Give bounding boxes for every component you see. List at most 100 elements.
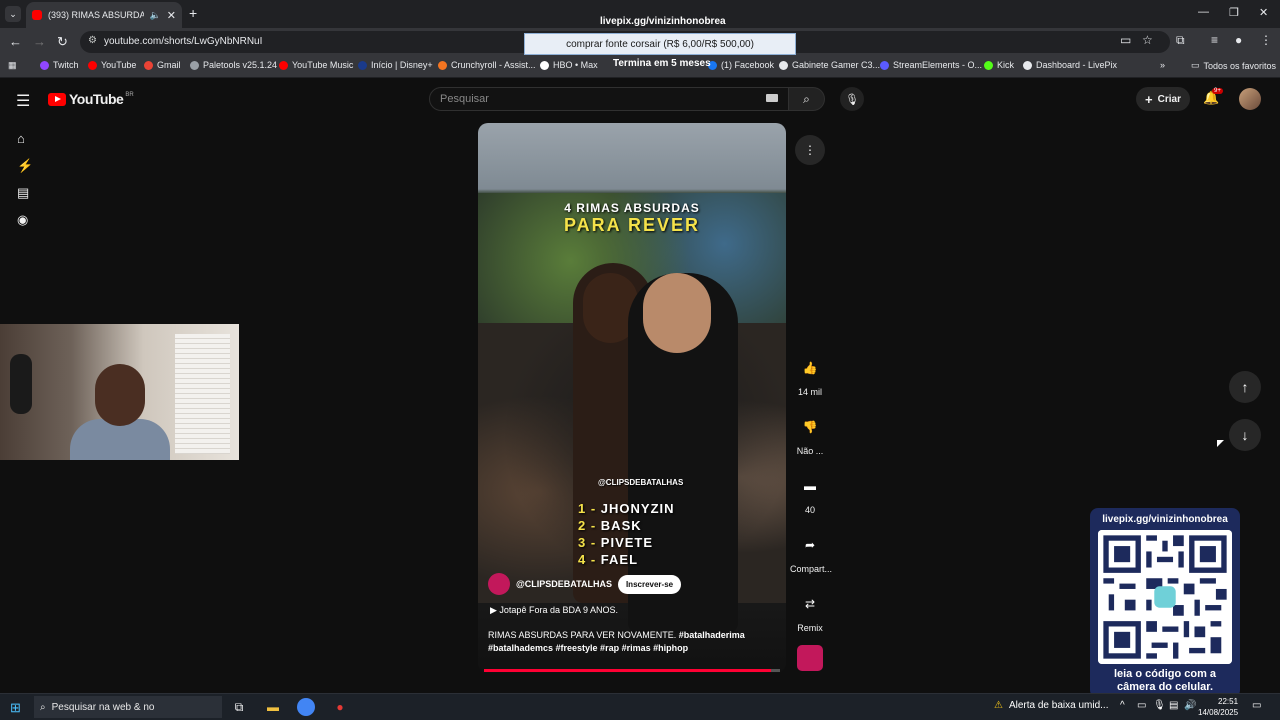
shorts-icon[interactable]: ⚡ <box>17 158 33 174</box>
voice-search-button[interactable]: 🎙 <box>840 87 864 111</box>
rank-item: 2 - BASK <box>578 518 642 533</box>
rank-number: 4 - <box>578 552 597 567</box>
notification-center-icon[interactable]: ▭ <box>1252 700 1261 711</box>
hashtag[interactable]: #batalhaderima <box>679 630 745 640</box>
like-button[interactable]: 👍 14 mil <box>790 353 830 397</box>
site-info-icon[interactable]: ⚙ <box>88 35 97 46</box>
bookmarks-more-button[interactable]: » <box>1160 60 1165 70</box>
reload-button[interactable]: ↻ <box>57 34 68 50</box>
dislike-button[interactable]: 👎 Não ... <box>790 412 830 456</box>
bookmark-label: Kick <box>997 60 1015 70</box>
windows-start-icon[interactable]: ⊞ <box>10 700 21 716</box>
url-text[interactable]: youtube.com/shorts/LwGyNbNRNuI <box>104 36 262 47</box>
rank-number: 1 - <box>578 501 597 516</box>
chrome-icon[interactable] <box>297 698 315 716</box>
home-icon[interactable]: ⌂ <box>17 131 25 146</box>
audio-thumbnail[interactable] <box>797 645 823 671</box>
media-control-icon[interactable]: ≡ <box>1211 33 1218 47</box>
donation-goal-bar: comprar fonte corsair (R$ 6,00/R$ 500,00… <box>524 33 796 55</box>
remix-button[interactable]: ⇄ Remix <box>790 589 830 633</box>
cast-icon[interactable]: ▭ <box>1120 33 1131 47</box>
forward-button[interactable]: → <box>33 34 46 49</box>
comments-button[interactable]: ▬ 40 <box>790 471 830 515</box>
profile-icon[interactable]: ● <box>1235 33 1242 47</box>
youtube-logo[interactable]: YouTube BR <box>48 91 134 107</box>
keyboard-icon[interactable] <box>766 94 778 102</box>
kick-icon <box>984 60 993 70</box>
chevron-up-icon[interactable]: ^ <box>1120 700 1125 711</box>
video-description[interactable]: RIMAS ABSURDAS PARA VER NOVAMENTE. #bata… <box>488 629 778 655</box>
bookmark-crunchyroll[interactable]: Crunchyroll - Assist... <box>438 60 536 70</box>
channel-avatar[interactable] <box>488 573 510 595</box>
taskbar-clock[interactable]: 22:51 14/08/2025 <box>1198 696 1238 718</box>
tab-list-button[interactable]: ⌄ <box>5 6 21 22</box>
share-button[interactable]: ➦ Compart... <box>790 530 832 574</box>
apps-grid-icon[interactable]: ▦ <box>8 60 17 71</box>
bookmark-streamelements[interactable]: StreamElements - O... <box>880 60 982 70</box>
microphone-icon[interactable]: 🎙 <box>1153 700 1166 711</box>
restore-button[interactable]: ❐ <box>1229 6 1239 19</box>
hamburger-menu-icon[interactable]: ☰ <box>16 91 30 111</box>
minimize-button[interactable]: — <box>1198 6 1209 18</box>
all-favorites-folder[interactable]: ▭ Todos os favoritos <box>1191 60 1276 71</box>
streamer-face <box>95 364 145 426</box>
channel-info: @CLIPSDEBATALHAS Inscrever-se <box>488 573 682 595</box>
volume-icon[interactable]: 🔊 <box>1184 700 1196 711</box>
bookmark-gabinete[interactable]: Gabinete Gamer C3... <box>779 60 880 70</box>
thumbs-up-icon: 👍 <box>802 361 818 375</box>
humidity-alert[interactable]: ⚠ Alerta de baixa umid... <box>994 700 1108 711</box>
previous-short-button[interactable]: ↑ <box>1229 371 1261 403</box>
bookmark-facebook[interactable]: (1) Facebook <box>708 60 774 70</box>
search-input[interactable]: Pesquisar <box>429 87 789 111</box>
bookmark-label: YouTube <box>101 60 137 70</box>
subscriptions-icon[interactable]: ▤ <box>17 185 29 201</box>
bookmark-paletools[interactable]: Paletools v25.1.24 <box>190 60 277 70</box>
browser-tab-strip: ⌄ (393) RIMAS ABSURDAS PA 🔈 ✕ + livepix.… <box>0 0 1280 28</box>
subscribe-button[interactable]: Inscrever-se <box>617 574 682 594</box>
progress-bar[interactable] <box>484 669 780 672</box>
wifi-icon[interactable]: ▤ <box>1169 700 1178 711</box>
new-tab-button[interactable]: + <box>189 5 197 21</box>
qr-code <box>1098 530 1232 664</box>
channel-name[interactable]: @CLIPSDEBATALHAS <box>516 579 612 589</box>
obs-app-icon[interactable]: ● <box>331 698 349 716</box>
short-video-player[interactable]: 4 RIMAS ABSURDAS PARA REVER @CLIPSDEBATA… <box>478 123 786 673</box>
next-short-button[interactable]: ↓ <box>1229 419 1261 451</box>
search-button[interactable]: ⌕ <box>789 87 825 111</box>
windows-taskbar: ⊞ ⌕ Pesquisar na web & no ⧉ ▬ ● ⚠ Alerta… <box>0 693 1280 720</box>
bookmark-twitch[interactable]: Twitch <box>40 60 79 70</box>
more-options-button[interactable]: ⋮ <box>795 135 825 165</box>
bookmark-kick[interactable]: Kick <box>984 60 1014 70</box>
extensions-icon[interactable]: ⧉ <box>1176 33 1185 48</box>
arrow-down-icon: ↓ <box>1241 427 1249 443</box>
bookmark-youtube-music[interactable]: YouTube Music <box>279 60 353 70</box>
globe-icon <box>1023 60 1032 70</box>
taskbar-search-placeholder: Pesquisar na web & no <box>51 701 155 713</box>
qr-caption-line1: leia o código com a <box>1113 668 1217 680</box>
rank-number: 2 - <box>578 518 597 533</box>
speaker-icon[interactable]: 🔈 <box>150 10 161 21</box>
browser-menu-icon[interactable]: ⋮ <box>1260 33 1272 47</box>
you-icon[interactable]: ◉ <box>17 212 28 228</box>
tab-close-icon[interactable]: ✕ <box>167 9 176 22</box>
bookmark-hbo[interactable]: HBO • Max <box>540 60 598 70</box>
bookmark-youtube[interactable]: YouTube <box>88 60 136 70</box>
close-window-button[interactable]: ✕ <box>1259 6 1268 19</box>
create-button[interactable]: + Criar <box>1136 87 1190 111</box>
livepix-banner: livepix.gg/vinizinhonobrea <box>600 16 726 27</box>
network-icon[interactable]: ▭ <box>1137 700 1146 711</box>
bookmark-star-icon[interactable]: ☆ <box>1142 33 1153 47</box>
back-button[interactable]: ← <box>9 34 22 49</box>
file-explorer-icon[interactable]: ▬ <box>264 698 282 716</box>
taskbar-search-input[interactable]: ⌕ Pesquisar na web & no <box>34 696 222 718</box>
avatar[interactable] <box>1239 88 1261 110</box>
youtube-play-icon <box>48 92 66 106</box>
bookmark-label: Paletools v25.1.24 <box>203 60 278 70</box>
bookmark-disney[interactable]: Início | Disney+ <box>358 60 433 70</box>
music-track[interactable]: ▶ Jotapê Fora da BDA 9 ANOS. <box>490 605 618 616</box>
bookmark-livepix[interactable]: Dashboard - LivePix <box>1023 60 1117 70</box>
browser-tab-active[interactable]: (393) RIMAS ABSURDAS PA 🔈 ✕ <box>26 2 182 28</box>
task-view-icon[interactable]: ⧉ <box>230 698 248 716</box>
bookmark-gmail[interactable]: Gmail <box>144 60 181 70</box>
hashtag[interactable]: #batalhademcs #freestyle #rap #rimas #hi… <box>488 643 688 653</box>
